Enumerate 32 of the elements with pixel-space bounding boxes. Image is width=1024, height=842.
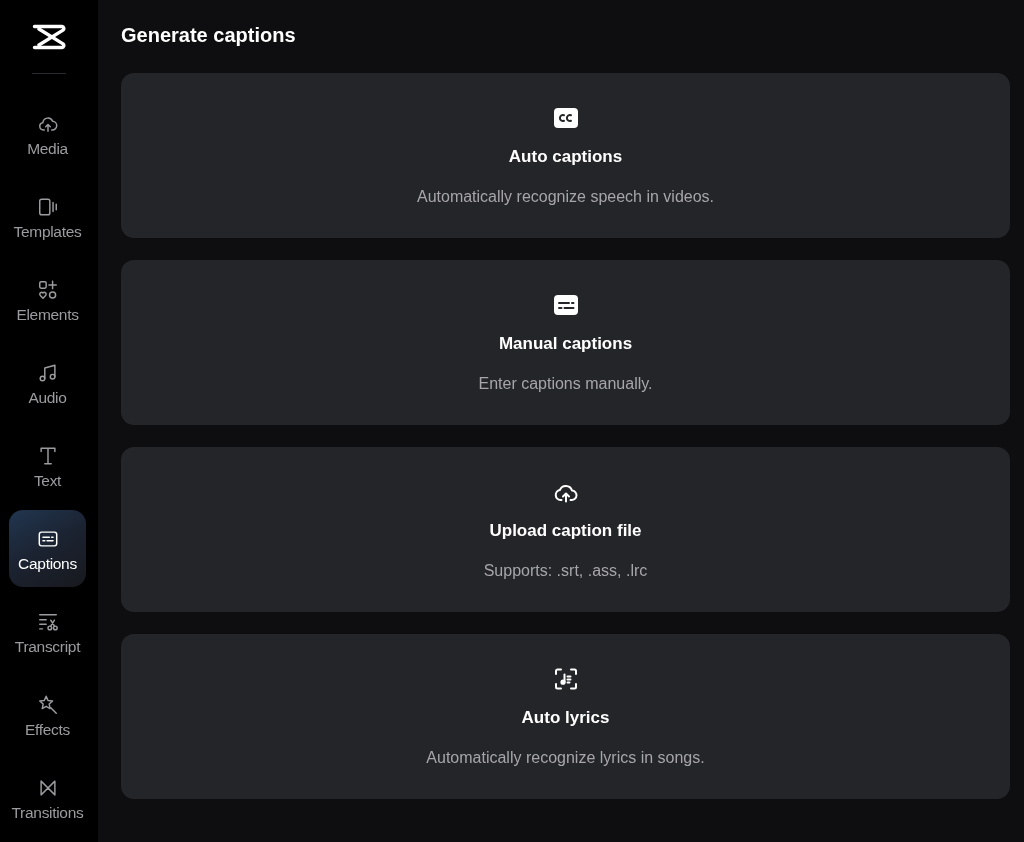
scissors-icon [36,611,59,633]
option-description: Automatically recognize lyrics in songs. [426,749,705,767]
sidebar-item[interactable]: Elements [9,261,86,338]
option-title: Auto captions [508,147,623,167]
sidebar-item[interactable]: Captions [9,510,86,587]
sidebar-item[interactable]: Templates [9,178,86,255]
music-note-icon [36,362,59,384]
option-card[interactable]: Auto lyrics Automatically recognize lyrics in songs. [121,634,1010,799]
card-stack-icon [36,196,59,218]
music-note-scan-icon [552,667,579,691]
option-card[interactable]: Auto captions Automatically recognize speech in videos. [121,73,1010,238]
sidebar-item[interactable]: Transitions [9,759,86,836]
option-title: Upload caption file [489,521,642,541]
sidebar-item[interactable]: Effects [9,676,86,753]
option-title: Auto lyrics [521,708,610,728]
shapes-icon [36,279,59,301]
sidebar-item[interactable]: Text [9,427,86,504]
subtitles-icon [552,293,579,317]
option-description: Enter captions manually. [478,375,653,393]
magic-wand-icon [36,694,59,716]
closed-captions-icon [552,106,579,130]
option-title: Manual captions [498,334,633,354]
subtitles-icon [36,528,59,550]
panel-title: Generate captions [121,24,296,46]
option-card[interactable]: Upload caption file Supports: .srt, .ass, .lrc [121,447,1010,612]
option-description: Supports: .srt, .ass, .lrc [483,562,648,580]
sidebar-item[interactable]: Transcript [9,593,86,670]
option-description: Automatically recognize speech in videos. [416,188,714,206]
option-card[interactable]: Manual captions Enter captions manually. [121,260,1010,425]
sidebar-item[interactable]: Audio [9,344,86,421]
sidebar-item[interactable]: Media [9,95,86,172]
logo-icon [32,23,66,51]
